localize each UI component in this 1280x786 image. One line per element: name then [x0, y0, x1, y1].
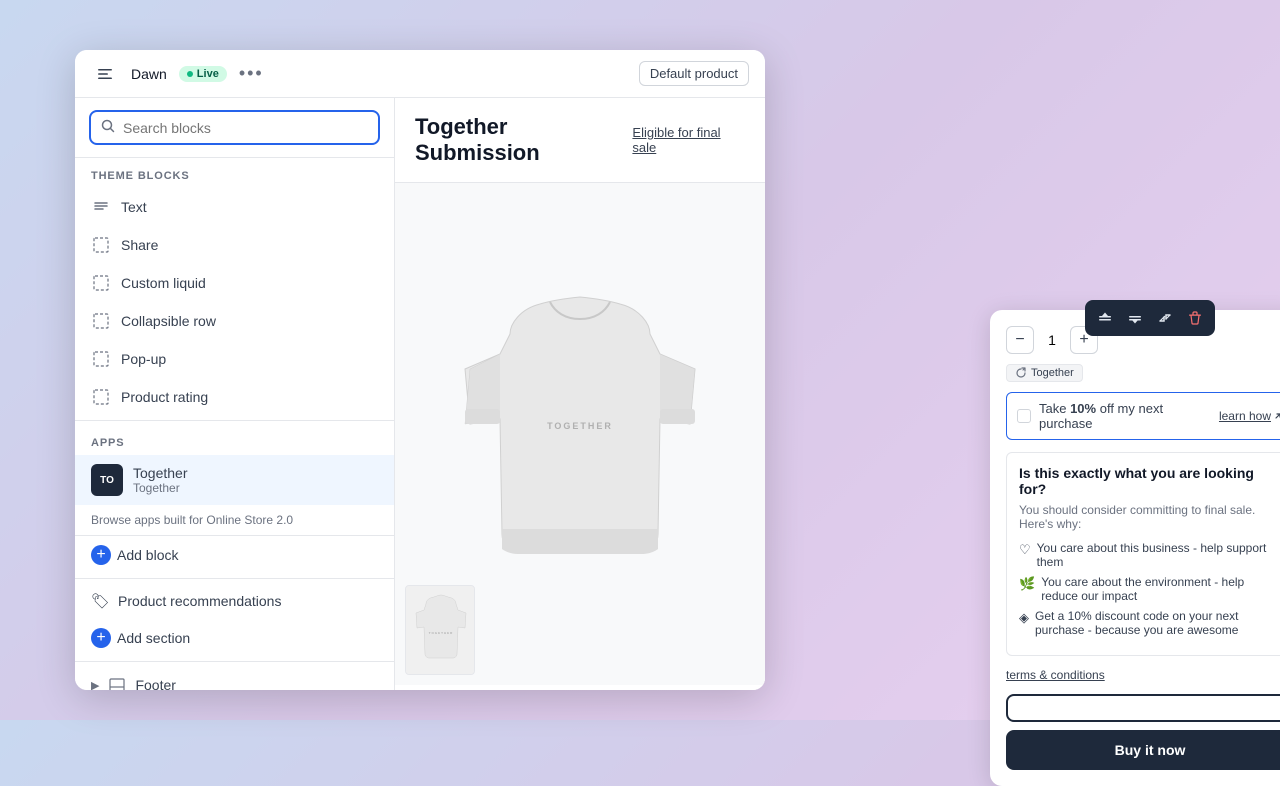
toolbar-delete-button[interactable]: [1181, 304, 1209, 332]
product-selector[interactable]: Default product: [639, 61, 749, 86]
theme-blocks-header: THEME BLOCKS: [75, 158, 394, 188]
theme-title: Dawn: [131, 66, 167, 82]
leaf-icon: 🌿: [1019, 576, 1035, 592]
live-dot: [187, 71, 193, 77]
sweater-image: TOGETHER: [420, 254, 740, 614]
search-input-wrapper: [89, 110, 380, 145]
block-item-product-rating[interactable]: Product rating: [75, 378, 394, 416]
discount-text: Take 10% off my next purchase: [1039, 401, 1211, 431]
block-item-collapsible-row[interactable]: Collapsible row: [75, 302, 394, 340]
app-name: Together: [133, 465, 187, 481]
editor-window: Dawn Live ••• Default product: [75, 50, 765, 690]
app-sub: Together: [133, 481, 187, 495]
info-question: Is this exactly what you are looking for…: [1019, 465, 1280, 497]
buy-now-button[interactable]: Buy it now: [1006, 730, 1280, 770]
browse-apps-text: Browse apps built for Online Store 2.0: [75, 505, 394, 536]
together-tag: Together: [1006, 364, 1083, 382]
app-info-together: Together Together: [133, 465, 187, 495]
toolbar-move-up-button[interactable]: [1091, 304, 1119, 332]
pop-up-block-icon: [91, 349, 111, 369]
eligible-link[interactable]: Eligible for final sale: [632, 125, 745, 155]
svg-text:TOGETHER: TOGETHER: [429, 631, 454, 635]
product-title: Together Submission: [415, 114, 632, 166]
product-image-area: TOGETHER T: [395, 183, 765, 685]
learn-how-link[interactable]: learn how: [1219, 409, 1280, 423]
add-block-icon: +: [91, 545, 111, 565]
divider-2: [75, 578, 394, 579]
product-recommendations-item[interactable]: 🏷 Product recommendations: [75, 583, 394, 619]
back-button[interactable]: [91, 60, 119, 88]
add-to-cart-button[interactable]: [1006, 694, 1280, 722]
tag-icon: ◈: [1019, 610, 1029, 626]
block-item-text[interactable]: Text: [75, 188, 394, 226]
svg-text:TOGETHER: TOGETHER: [547, 421, 613, 431]
info-box: Is this exactly what you are looking for…: [1006, 452, 1280, 656]
toolbar-move-down-button[interactable]: [1121, 304, 1149, 332]
footer-item[interactable]: ▶ Footer: [75, 666, 394, 690]
block-item-share[interactable]: Share: [75, 226, 394, 264]
canvas-area: Together Submission Eligible for final s…: [395, 98, 765, 690]
thumbnail-1[interactable]: TOGETHER: [405, 585, 475, 675]
quantity-value: 1: [1042, 332, 1062, 348]
footer-expand-icon: ▶: [91, 679, 99, 691]
info-item-3: ◈ Get a 10% discount code on your next p…: [1019, 609, 1280, 637]
add-section-icon: +: [91, 628, 111, 648]
footer-block-icon: [107, 675, 127, 690]
info-item-1: ♡ You care about this business - help su…: [1019, 541, 1280, 569]
sidebar: THEME BLOCKS Text: [75, 98, 395, 690]
top-bar: Dawn Live ••• Default product: [75, 50, 765, 98]
block-item-custom-liquid[interactable]: Custom liquid: [75, 264, 394, 302]
block-item-pop-up[interactable]: Pop-up: [75, 340, 394, 378]
heart-icon: ♡: [1019, 542, 1031, 558]
toolbar-resize-button[interactable]: [1151, 304, 1179, 332]
search-icon: [101, 119, 115, 136]
more-button[interactable]: •••: [239, 63, 264, 84]
share-block-icon: [91, 235, 111, 255]
divider-3: [75, 661, 394, 662]
add-section-button[interactable]: + Add section: [75, 619, 394, 657]
custom-liquid-block-icon: [91, 273, 111, 293]
product-rating-block-icon: [91, 387, 111, 407]
search-input[interactable]: [123, 120, 368, 136]
page-preview: Together Submission Eligible for final s…: [395, 98, 765, 690]
product-header: Together Submission Eligible for final s…: [395, 98, 765, 183]
sidebar-content: THEME BLOCKS Text: [75, 158, 394, 690]
thumbnail-row: TOGETHER: [405, 585, 475, 675]
widget-toolbar: [1085, 300, 1215, 336]
text-block-icon: [91, 197, 111, 217]
apps-header: APPS: [75, 425, 394, 455]
collapsible-row-block-icon: [91, 311, 111, 331]
editor-body: THEME BLOCKS Text: [75, 98, 765, 690]
divider-1: [75, 420, 394, 421]
terms-link[interactable]: terms & conditions: [1006, 668, 1280, 682]
info-item-2: 🌿 You care about the environment - help …: [1019, 575, 1280, 603]
app-icon-together: TO: [91, 464, 123, 496]
app-item-together[interactable]: TO Together Together: [75, 455, 394, 505]
info-desc: You should consider committing to final …: [1019, 503, 1280, 531]
search-area: [75, 98, 394, 158]
discount-row: Take 10% off my next purchase learn how: [1006, 392, 1280, 440]
together-widget-panel: − 1 + Together Take 10% off my next purc…: [990, 310, 1280, 786]
live-badge: Live: [179, 66, 227, 82]
add-block-button[interactable]: + Add block: [75, 536, 394, 574]
qty-decrease-button[interactable]: −: [1006, 326, 1034, 354]
product-rec-icon: 🏷: [91, 592, 110, 610]
discount-checkbox[interactable]: [1017, 409, 1031, 423]
